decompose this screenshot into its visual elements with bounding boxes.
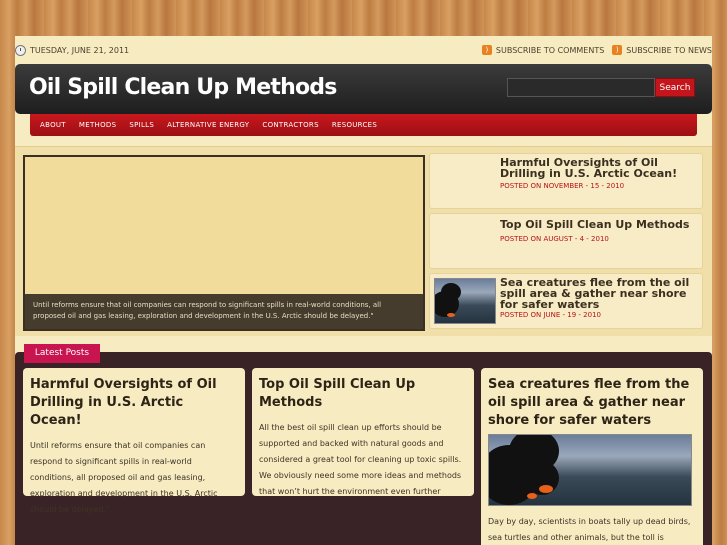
search-input[interactable] <box>507 78 655 97</box>
date-text: TUESDAY, JUNE 21, 2011 <box>30 46 130 55</box>
post-card-title[interactable]: Sea creatures flee from the oil spill ar… <box>488 376 696 430</box>
subscribe-news-label: SUBSCRIBE TO NEWS <box>626 45 712 55</box>
site-header: Oil Spill Clean Up Methods Search <box>15 64 712 114</box>
post-card-excerpt: Day by day, scientists in boats tally up… <box>488 517 691 542</box>
post-card-title[interactable]: Top Oil Spill Clean Up Methods <box>259 376 467 412</box>
rss-icon: ) <box>481 45 492 55</box>
side-post[interactable]: Harmful Oversights of Oil Drilling in U.… <box>429 153 703 209</box>
latest-posts-tab: Latest Posts <box>24 344 100 363</box>
post-card-excerpt: All the best oil spill clean up efforts … <box>259 423 462 496</box>
nav-item-resources[interactable]: RESOURCES <box>332 121 377 129</box>
subscribe-links: ) SUBSCRIBE TO COMMENTS ) SUBSCRIBE TO N… <box>481 45 712 55</box>
nav-item-methods[interactable]: METHODS <box>79 121 116 129</box>
main-nav: ABOUT METHODS SPILLS ALTERNATIVE ENERGY … <box>30 114 697 136</box>
latest-posts-section: Latest Posts Harmful Oversights of Oil D… <box>15 344 712 545</box>
side-post[interactable]: Top Oil Spill Clean Up Methods POSTED ON… <box>429 213 703 269</box>
post-card: Sea creatures flee from the oil spill ar… <box>481 368 703 545</box>
page-container: TUESDAY, JUNE 21, 2011 ) SUBSCRIBE TO CO… <box>15 36 712 545</box>
subscribe-news-link[interactable]: ) SUBSCRIBE TO NEWS <box>612 45 712 55</box>
side-post-title[interactable]: Sea creatures flee from the oil spill ar… <box>500 277 696 310</box>
date-display: TUESDAY, JUNE 21, 2011 <box>15 45 129 56</box>
side-post-meta: POSTED ON NOVEMBER - 15 - 2010 <box>500 182 625 190</box>
post-card-title[interactable]: Harmful Oversights of Oil Drilling in U.… <box>30 376 238 430</box>
side-post-title[interactable]: Harmful Oversights of Oil Drilling in U.… <box>500 157 696 179</box>
clock-icon <box>15 45 26 56</box>
oil-fire-thumbnail[interactable] <box>434 278 496 324</box>
rss-icon: ) <box>612 45 623 55</box>
nav-item-about[interactable]: ABOUT <box>40 121 66 129</box>
post-card-excerpt: Until reforms ensure that oil companies … <box>30 441 218 514</box>
side-post[interactable]: Sea creatures flee from the oil spill ar… <box>429 273 703 329</box>
featured-section: Until reforms ensure that oil companies … <box>15 146 712 336</box>
wood-background <box>0 0 727 36</box>
subscribe-comments-label: SUBSCRIBE TO COMMENTS <box>495 45 605 55</box>
side-post-title[interactable]: Top Oil Spill Clean Up Methods <box>500 219 696 230</box>
nav-item-contractors[interactable]: CONTRACTORS <box>262 121 318 129</box>
subscribe-comments-link[interactable]: ) SUBSCRIBE TO COMMENTS <box>481 45 605 55</box>
side-post-meta: POSTED ON JUNE - 19 - 2010 <box>500 311 601 319</box>
nav-item-alternative-energy[interactable]: ALTERNATIVE ENERGY <box>167 121 249 129</box>
side-post-meta: POSTED ON AUGUST - 4 - 2010 <box>500 235 609 243</box>
top-bar: TUESDAY, JUNE 21, 2011 ) SUBSCRIBE TO CO… <box>15 36 712 64</box>
site-logo[interactable]: Oil Spill Clean Up Methods <box>29 75 337 100</box>
post-card: Top Oil Spill Clean Up Methods All the b… <box>252 368 474 496</box>
oil-fire-image[interactable] <box>488 434 692 506</box>
search-button[interactable]: Search <box>655 78 695 97</box>
post-card: Harmful Oversights of Oil Drilling in U.… <box>23 368 245 514</box>
nav-item-spills[interactable]: SPILLS <box>129 121 154 129</box>
slider-caption: Until reforms ensure that oil companies … <box>25 294 423 329</box>
featured-slider[interactable]: Until reforms ensure that oil companies … <box>23 155 425 331</box>
